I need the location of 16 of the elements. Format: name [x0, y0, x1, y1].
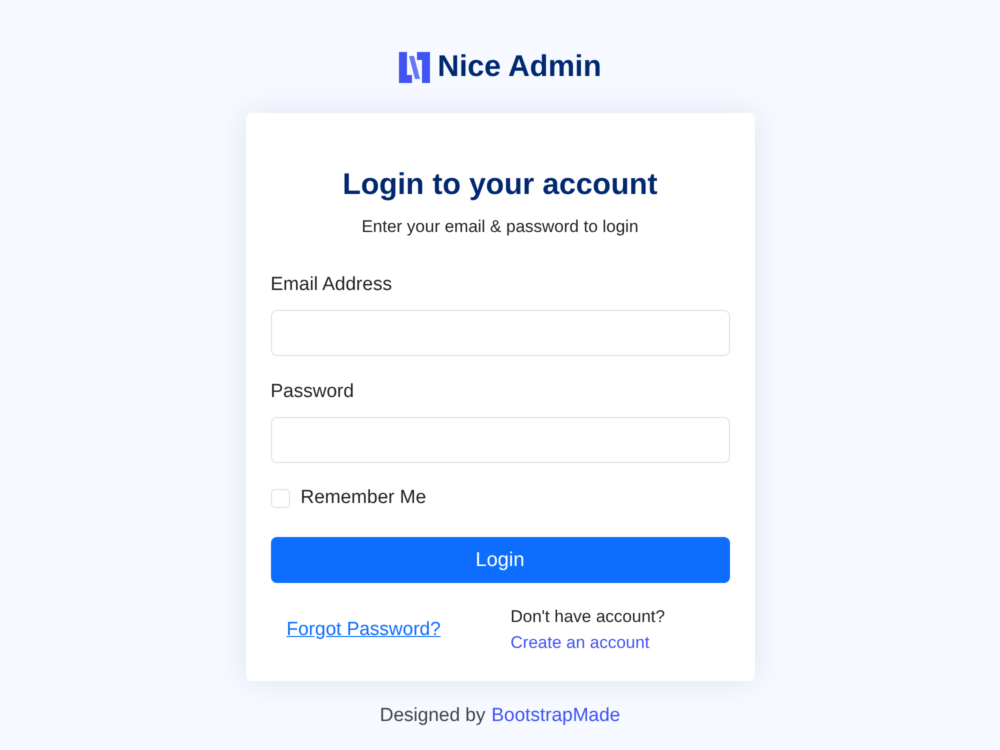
login-button[interactable]: Login	[270, 537, 730, 583]
field-label: Password	[270, 380, 355, 404]
logo-icon	[398, 52, 430, 82]
card-subtitle: Enter your email & password to login	[360, 216, 640, 238]
signup-prompt: Don't have account?	[510, 606, 665, 628]
input-field[interactable]	[270, 417, 730, 463]
create-account-link[interactable]: Create an account	[510, 630, 650, 656]
credits-link[interactable]: BootstrapMade	[491, 702, 620, 730]
remember-label: Remember Me	[300, 486, 426, 510]
logo-text: Nice Admin	[438, 49, 602, 85]
remember-checkbox[interactable]	[270, 488, 290, 508]
field-label: Email Address	[270, 273, 393, 297]
card-title: Login to your account	[342, 167, 658, 203]
credits-text: Designed by	[380, 704, 486, 728]
forgot-password-link[interactable]: Forgot Password?	[286, 619, 441, 640]
input-field[interactable]	[270, 310, 730, 356]
